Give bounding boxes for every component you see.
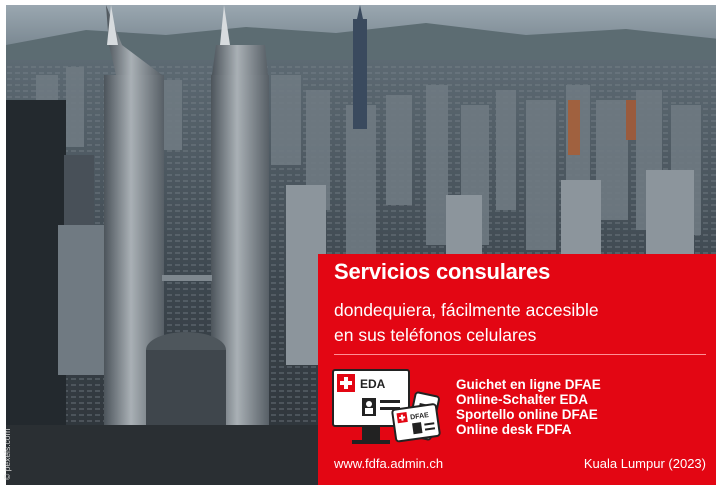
devices-icon: EDA DFAE (332, 366, 450, 454)
photo-credit: © pexels.com (0, 380, 16, 480)
website-link[interactable]: www.fdfa.admin.ch (334, 456, 443, 471)
photo-credit-text: © pexels.com (2, 428, 12, 480)
poster: © pexels.com Servicios consulares dondeq… (0, 0, 716, 485)
panel-subtitle: dondequiera, fácilmente accesible en sus… (334, 298, 704, 348)
divider (334, 354, 706, 355)
consular-services-panel: Servicios consulares dondequiera, fácilm… (318, 254, 716, 485)
subtitle-line-1: dondequiera, fácilmente accesible (334, 300, 599, 320)
monitor-label: EDA (360, 377, 386, 391)
online-desk-en[interactable]: Online desk FDFA (456, 422, 601, 437)
subtitle-line-2: en sus teléfonos celulares (334, 325, 537, 345)
online-desk-it[interactable]: Sportello online DFAE (456, 407, 601, 422)
panel-title: Servicios consulares (334, 259, 551, 284)
online-desk-fr[interactable]: Guichet en ligne DFAE (456, 377, 601, 392)
online-desk-de[interactable]: Online-Schalter EDA (456, 392, 601, 407)
location-year: Kuala Lumpur (2023) (583, 456, 706, 471)
online-desk-list: Guichet en ligne DFAE Online-Schalter ED… (456, 377, 601, 437)
